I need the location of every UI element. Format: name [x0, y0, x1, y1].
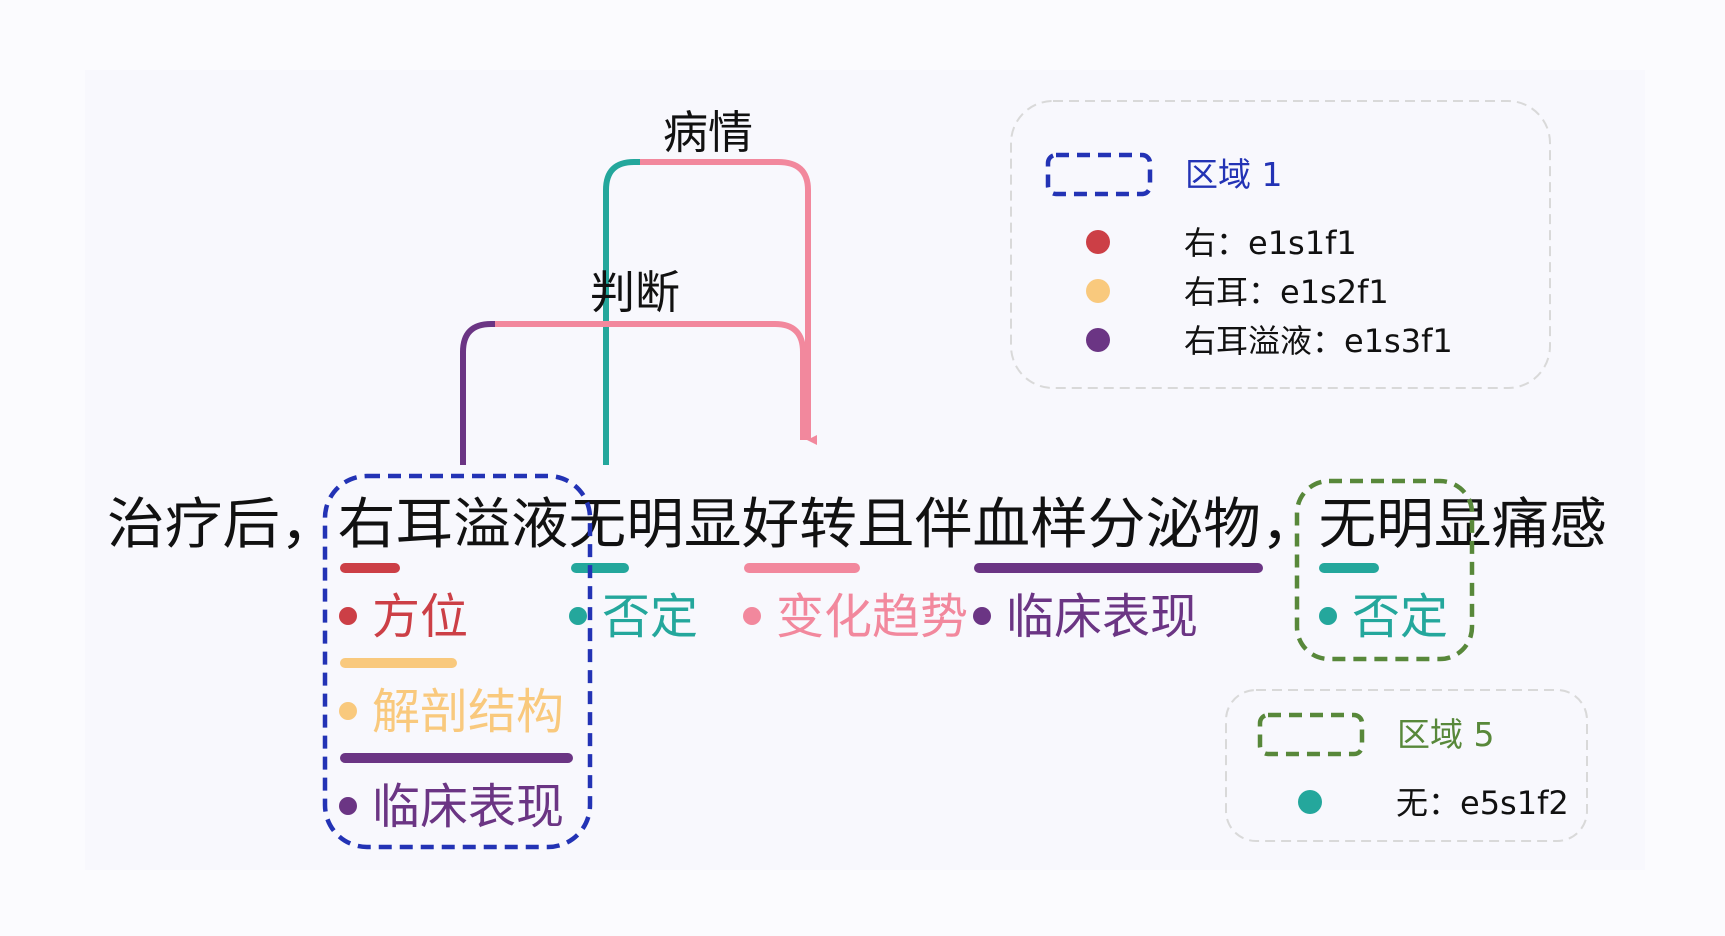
annotation-dot	[339, 702, 357, 720]
annotation-dot	[339, 797, 357, 815]
legend-item-text: 右：e1s1f1	[1184, 224, 1357, 262]
relation-label-judgement: 判断	[590, 266, 680, 319]
legend-dot	[1086, 230, 1110, 254]
legend-item-text: 右耳溢液：e1s3f1	[1184, 322, 1453, 360]
annotation-dot	[1319, 607, 1337, 625]
annotation-label: 临床表现	[372, 779, 564, 835]
annotation-label: 临床表现	[1006, 589, 1198, 645]
legend-dot	[1086, 279, 1110, 303]
annotation-dot	[569, 607, 587, 625]
legend-item-text: 右耳：e1s2f1	[1184, 273, 1389, 311]
annotation-label: 否定	[602, 589, 698, 645]
annotation-label: 变化趋势	[776, 589, 968, 645]
sentence-text: 治疗后， 右耳溢液 无明显好转且伴血样分泌物， 无明显痛感	[107, 492, 1607, 556]
annotation-label: 否定	[1352, 589, 1448, 645]
sentence-segment-no-pain: 无明显痛感	[1319, 492, 1607, 556]
annotation-label: 方位	[372, 589, 468, 645]
legend-title: 区域 5	[1397, 715, 1495, 754]
annotation-dot	[743, 607, 761, 625]
annotation-dot	[973, 607, 991, 625]
sentence-segment-no-improvement: 无明显好转且伴血样分泌物，	[569, 492, 1319, 556]
sentence-segment-right-ear-discharge: 右耳溢液	[338, 492, 569, 556]
annotation-label: 解剖结构	[372, 684, 564, 740]
relation-label-disease: 病情	[663, 106, 753, 159]
legend-dot	[1298, 790, 1322, 814]
annotation-dot	[339, 607, 357, 625]
legend-dot	[1086, 328, 1110, 352]
annotation-canvas: 病情 判断 治疗后， 右耳溢液 无明显好转且伴血样分泌物， 无明显痛感 方位 解剖结构…	[0, 0, 1725, 936]
legend-item-text: 无：e5s1f2	[1396, 784, 1569, 822]
entity-annotation-diagram: 病情 判断 治疗后， 右耳溢液 无明显好转且伴血样分泌物， 无明显痛感 方位 解剖结构…	[85, 70, 1645, 870]
sentence-segment-after-treatment: 治疗后，	[107, 492, 338, 556]
legend-title: 区域 1	[1185, 155, 1283, 194]
